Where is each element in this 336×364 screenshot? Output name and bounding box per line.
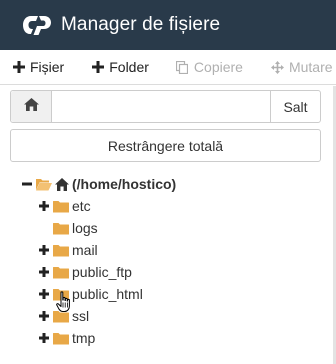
tree-item-etc[interactable]: etc: [39, 195, 91, 217]
plus-icon: [12, 61, 25, 74]
copy-button[interactable]: Copiere: [176, 50, 243, 84]
path-input[interactable]: [52, 91, 270, 122]
expand-toggle-icon[interactable]: [39, 245, 49, 255]
folder-icon: [53, 244, 69, 257]
app-title: Manager de fișiere: [61, 14, 221, 35]
move-button[interactable]: Mutare: [270, 50, 333, 84]
toolbar: Fișier Folder Copiere Mutare: [0, 50, 336, 85]
copy-label: Copiere: [193, 59, 243, 75]
tree-item-mail[interactable]: mail: [39, 239, 98, 261]
path-navigation: Salt: [10, 90, 321, 123]
tree-item-label: logs: [72, 220, 98, 236]
tree-item-label: public_ftp: [72, 264, 132, 280]
home-button[interactable]: [11, 91, 52, 122]
open-folder-icon: [36, 178, 52, 191]
folder-icon: [53, 266, 69, 279]
tree-item-label: public_html: [72, 286, 143, 302]
expand-toggle-icon[interactable]: [39, 201, 49, 211]
collapse-toggle-icon[interactable]: [22, 179, 32, 189]
folder-icon: [53, 332, 69, 345]
tree-item-logs[interactable]: logs: [53, 217, 98, 239]
tree-item-label: ssl: [72, 308, 90, 324]
folder-icon: [53, 200, 69, 213]
expand-toggle-icon[interactable]: [39, 311, 49, 321]
home-icon: [23, 97, 39, 116]
new-folder-button[interactable]: Folder: [91, 50, 149, 84]
tree-item-label: etc: [72, 198, 91, 214]
copy-icon: [176, 60, 189, 74]
new-file-label: Fișier: [30, 59, 65, 75]
move-arrows-icon: [270, 60, 284, 74]
tree-item-public-ftp[interactable]: public_ftp: [39, 261, 132, 283]
go-button[interactable]: Salt: [270, 91, 320, 122]
tree-item-label: mail: [72, 242, 98, 258]
expand-toggle-icon[interactable]: [39, 267, 49, 277]
tree-root[interactable]: (/home/hostico): [22, 173, 176, 195]
expand-toggle-icon[interactable]: [39, 333, 49, 343]
tree-item-public-html[interactable]: public_html: [39, 283, 143, 305]
expand-toggle-icon[interactable]: [39, 289, 49, 299]
tree-item-tmp[interactable]: tmp: [39, 327, 95, 349]
app-header: Manager de fișiere: [0, 0, 336, 50]
collapse-all-button[interactable]: Restrângere totală: [10, 129, 321, 162]
new-folder-label: Folder: [109, 59, 149, 75]
cpanel-logo-icon: [22, 13, 52, 37]
hand-pointer-cursor-icon: [56, 291, 72, 313]
plus-icon: [91, 61, 104, 74]
folder-icon: [53, 222, 69, 235]
new-file-button[interactable]: Fișier: [12, 50, 65, 84]
move-label: Mutare: [288, 59, 333, 75]
tree-root-label: (/home/hostico): [72, 176, 177, 192]
home-icon: [55, 177, 69, 191]
tree-item-label: tmp: [72, 330, 96, 346]
